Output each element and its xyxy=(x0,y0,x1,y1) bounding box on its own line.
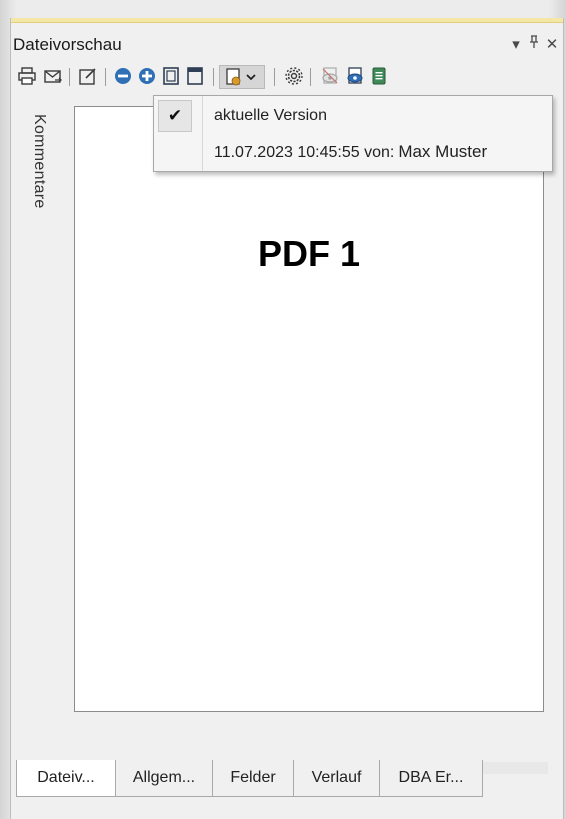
document-button[interactable] xyxy=(369,66,389,86)
tab-label: Felder xyxy=(230,769,276,786)
document-icon xyxy=(372,67,386,85)
menu-gutter-divider xyxy=(202,96,203,171)
version-dropdown-button[interactable] xyxy=(219,65,265,89)
zoom-in-button[interactable] xyxy=(137,66,157,86)
show-annotations-icon xyxy=(347,67,363,84)
version-dropdown-menu: ✔ aktuelle Version 11.07.2023 10:45:55 v… xyxy=(153,95,553,172)
print-icon xyxy=(18,67,36,85)
zoom-out-icon xyxy=(115,68,131,84)
print-button[interactable] xyxy=(17,66,37,86)
document-preview[interactable]: PDF 1 xyxy=(74,106,544,712)
fit-page-button[interactable] xyxy=(161,66,181,86)
zoom-in-icon xyxy=(139,68,155,84)
send-mail-button[interactable] xyxy=(43,66,63,86)
send-mail-icon xyxy=(44,70,62,83)
tab-verlauf[interactable]: Verlauf xyxy=(293,760,380,797)
zoom-out-button[interactable] xyxy=(113,66,133,86)
hide-annotations-icon xyxy=(322,67,338,84)
toolbar-separator xyxy=(69,68,70,86)
tab-felder[interactable]: Felder xyxy=(212,760,294,797)
comments-side-tab[interactable]: Kommentare xyxy=(27,114,57,264)
close-button[interactable]: ✕ xyxy=(543,35,561,53)
menu-item-current-version[interactable]: aktuelle Version xyxy=(214,107,327,125)
toolbar xyxy=(11,64,563,90)
preview-panel: Dateivorschau ▾ ✕ Kommentare PDF 1 ✔ akt… xyxy=(10,18,564,819)
panel-menu-button[interactable]: ▾ xyxy=(507,35,525,53)
comments-side-tab-label: Kommentare xyxy=(31,114,48,209)
fit-width-icon xyxy=(187,67,203,85)
tab-label: DBA Er... xyxy=(398,769,464,786)
settings-icon xyxy=(285,67,303,85)
toolbar-separator xyxy=(105,68,106,86)
fit-width-button[interactable] xyxy=(185,66,205,86)
menu-item-previous-version[interactable]: 11.07.2023 10:45:55 von: Max Muster xyxy=(214,142,487,162)
pin-button[interactable] xyxy=(525,35,543,53)
toolbar-separator xyxy=(310,68,311,86)
toolbar-separator xyxy=(213,68,214,86)
tab-label: Dateiv... xyxy=(37,769,95,786)
settings-button[interactable] xyxy=(284,66,304,86)
tab-label: Allgem... xyxy=(132,769,196,786)
menu-item-label: 11.07.2023 10:45:55 von: xyxy=(214,144,395,161)
show-annotations-button[interactable] xyxy=(345,66,365,86)
edit-icon xyxy=(79,68,96,85)
menu-item-author: Max Muster xyxy=(398,142,488,161)
menu-item-label: aktuelle Version xyxy=(214,107,327,124)
document-content-title: PDF 1 xyxy=(257,233,361,274)
bottom-tab-bar: Dateiv... Allgem... Felder Verlauf DBA E… xyxy=(10,760,562,819)
check-icon: ✔ xyxy=(158,100,192,132)
panel-title: Dateivorschau xyxy=(13,35,122,54)
tab-allgemein[interactable]: Allgem... xyxy=(115,760,213,797)
tab-label: Verlauf xyxy=(311,769,362,786)
version-dropdown-icon xyxy=(226,68,256,86)
pin-icon xyxy=(530,35,538,48)
tab-dba-er[interactable]: DBA Er... xyxy=(379,760,483,797)
accent-line xyxy=(11,18,563,23)
hide-annotations-button[interactable] xyxy=(320,66,340,86)
toolbar-separator xyxy=(274,68,275,86)
fit-page-icon xyxy=(163,67,179,85)
panel-titlebar: Dateivorschau ▾ ✕ xyxy=(11,32,563,58)
edit-button[interactable] xyxy=(78,66,98,86)
tab-dateivorschau[interactable]: Dateiv... xyxy=(16,760,116,797)
